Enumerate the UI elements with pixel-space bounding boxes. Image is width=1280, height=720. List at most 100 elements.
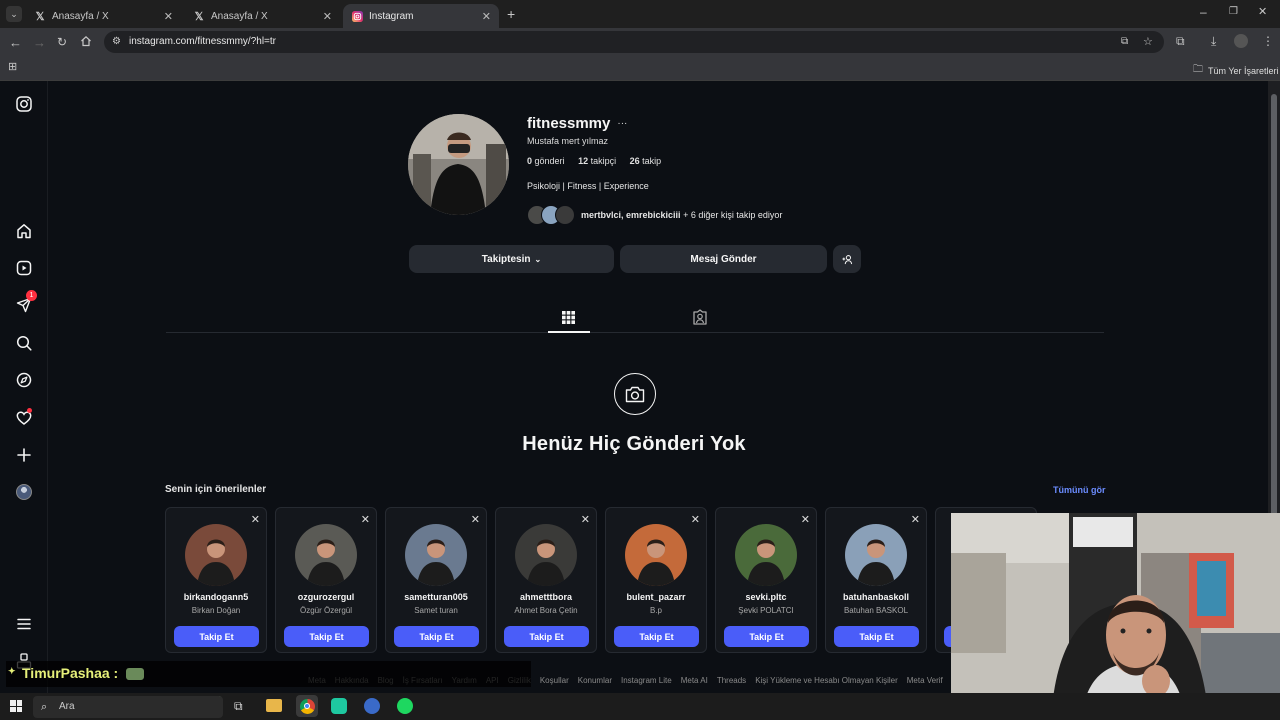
dismiss-suggestion-icon[interactable]: ✕	[581, 513, 590, 526]
footer-link[interactable]: Kişi Yükleme ve Hesabı Olmayan Kişiler	[755, 676, 898, 685]
restore-window-icon[interactable]: ❐	[1229, 7, 1238, 17]
forward-icon[interactable]: →	[33, 36, 46, 49]
suggestion-avatar[interactable]	[625, 524, 687, 586]
suggestion-avatar[interactable]	[295, 524, 357, 586]
file-explorer-icon[interactable]	[266, 699, 282, 712]
close-tab-icon[interactable]: ✕	[164, 10, 173, 23]
suggestion-username[interactable]: batuhanbaskoll	[826, 592, 926, 602]
suggestion-card[interactable]: ✕ birkandogann5 Birkan Doğan Takip Et	[165, 507, 267, 653]
following-label: takip	[642, 156, 662, 166]
suggestion-card[interactable]: ✕ bulent_pazarr B.p Takip Et	[605, 507, 707, 653]
posts-stat[interactable]: 0 gönderi	[527, 156, 565, 166]
suggestion-username[interactable]: birkandogann5	[166, 592, 266, 602]
app-taskbar-icon[interactable]	[364, 698, 380, 714]
suggestion-username[interactable]: ozgurozergul	[276, 592, 376, 602]
follow-button[interactable]: Takip Et	[504, 626, 589, 647]
dismiss-suggestion-icon[interactable]: ✕	[251, 513, 260, 526]
followers-stat[interactable]: 12 takipçi	[578, 156, 616, 166]
close-window-icon[interactable]: ✕	[1258, 7, 1267, 18]
following-stat[interactable]: 26 takip	[630, 156, 662, 166]
follow-button[interactable]: Takip Et	[614, 626, 699, 647]
profile-bio: Psikoloji | Fitness | Experience	[527, 181, 649, 191]
suggestion-full-name: Birkan Doğan	[191, 606, 241, 615]
spotify-taskbar-icon[interactable]	[397, 698, 413, 714]
app-taskbar-icon[interactable]	[331, 698, 347, 714]
apps-grid-icon[interactable]: ⊞	[8, 62, 17, 73]
extensions-icon[interactable]: ⧉	[1176, 35, 1185, 47]
suggestion-card[interactable]: ✕ sametturan005 Samet turan Takip Et	[385, 507, 487, 653]
send-message-button[interactable]: Mesaj Gönder	[620, 245, 827, 273]
back-icon[interactable]: ←	[9, 36, 22, 49]
suggestion-username[interactable]: ahmetttbora	[496, 592, 596, 602]
more-options-icon[interactable]: ···	[617, 118, 627, 129]
dismiss-suggestion-icon[interactable]: ✕	[801, 513, 810, 526]
reload-icon[interactable]: ↻	[57, 36, 67, 48]
suggestion-card[interactable]: ✕ sevki.pltc Şevki POLATCI Takip Et	[715, 507, 817, 653]
profile-photo[interactable]	[408, 114, 509, 215]
dismiss-suggestion-icon[interactable]: ✕	[361, 513, 370, 526]
posts-grid-tab[interactable]	[561, 310, 576, 330]
follow-button[interactable]: Takip Et	[834, 626, 919, 647]
footer-link[interactable]: Meta AI	[681, 676, 708, 685]
chrome-taskbar-icon[interactable]	[296, 695, 318, 717]
follow-button[interactable]: Takip Et	[284, 626, 369, 647]
taskbar-search-box[interactable]: ⌕ Ara	[33, 696, 223, 718]
suggestion-avatar[interactable]	[405, 524, 467, 586]
footer-link[interactable]: Meta Verif	[907, 676, 943, 685]
tab-anasayfa-x-2[interactable]: 𝕏 Anasayfa / X ✕	[185, 4, 340, 28]
profile-avatar-icon[interactable]	[1234, 34, 1248, 48]
downloads-icon[interactable]: ⤓	[1211, 35, 1216, 47]
followed-by-row[interactable]: mertbvlci, emrebickiciii + 6 diğer kişi …	[527, 205, 782, 225]
close-tab-icon[interactable]: ✕	[323, 10, 332, 23]
bookmark-star-icon[interactable]: ☆	[1143, 31, 1153, 53]
tab-instagram[interactable]: Instagram ✕	[343, 4, 499, 28]
suggestion-card[interactable]: ✕ ahmetttbora Ahmet Bora Çetin Takip Et	[495, 507, 597, 653]
explore-nav-icon[interactable]	[14, 370, 34, 390]
footer-link[interactable]: Koşullar	[540, 676, 569, 685]
notifications-heart-icon[interactable]	[14, 408, 34, 428]
suggestion-card[interactable]: ✕ ozgurozergul Özgür Özergül Takip Et	[275, 507, 377, 653]
new-tab-icon[interactable]: +	[507, 7, 515, 21]
windows-start-icon[interactable]	[10, 700, 22, 712]
see-all-link[interactable]: Tümünü gör	[1053, 485, 1106, 495]
profile-avatar-nav-icon[interactable]	[14, 482, 34, 502]
footer-link[interactable]: Threads	[717, 676, 746, 685]
suggest-similar-button[interactable]	[833, 245, 861, 273]
search-nav-icon[interactable]	[14, 333, 34, 353]
dismiss-suggestion-icon[interactable]: ✕	[471, 513, 480, 526]
footer-link[interactable]: Instagram Lite	[621, 676, 672, 685]
footer-link[interactable]: Konumlar	[578, 676, 612, 685]
tab-anasayfa-x-1[interactable]: 𝕏 Anasayfa / X ✕	[26, 4, 181, 28]
suggestion-avatar[interactable]	[185, 524, 247, 586]
suggestion-avatar[interactable]	[515, 524, 577, 586]
suggestion-username[interactable]: sametturan005	[386, 592, 486, 602]
site-info-icon[interactable]: ⚙	[112, 31, 121, 53]
suggestion-avatar[interactable]	[845, 524, 907, 586]
instagram-logo-icon[interactable]	[14, 94, 34, 114]
suggestion-avatar[interactable]	[735, 524, 797, 586]
messages-nav-icon[interactable]: 1	[14, 290, 37, 315]
suggestion-username[interactable]: bulent_pazarr	[606, 592, 706, 602]
suggestion-card[interactable]: ✕ batuhanbaskoll Batuhan BASKOL Takip Et	[825, 507, 927, 653]
suggestion-username[interactable]: sevki.pltc	[716, 592, 816, 602]
close-tab-icon[interactable]: ✕	[482, 10, 491, 23]
home-nav-icon[interactable]	[14, 221, 34, 241]
reels-nav-icon[interactable]	[14, 258, 34, 278]
following-dropdown-button[interactable]: Takiptesin ⌄	[409, 245, 614, 273]
minimize-window-icon[interactable]: –	[1200, 6, 1207, 18]
tagged-posts-tab[interactable]	[692, 309, 708, 330]
more-menu-icon[interactable]	[14, 614, 34, 634]
task-view-icon[interactable]: ⧉	[234, 699, 243, 714]
dismiss-suggestion-icon[interactable]: ✕	[911, 513, 920, 526]
dismiss-suggestion-icon[interactable]: ✕	[691, 513, 700, 526]
follow-button[interactable]: Takip Et	[394, 626, 479, 647]
all-bookmarks-folder[interactable]: 🗀 Tüm Yer İşaretleri	[1193, 62, 1279, 79]
browser-menu-icon[interactable]: ⋮	[1262, 35, 1274, 47]
install-app-icon[interactable]: ⧉	[1121, 31, 1128, 53]
follow-button[interactable]: Takip Et	[174, 626, 259, 647]
tab-search-dropdown-icon[interactable]: ⌄	[6, 6, 22, 22]
home-icon[interactable]	[80, 35, 92, 49]
follow-button[interactable]: Takip Et	[724, 626, 809, 647]
address-bar[interactable]: ⚙ instagram.com/fitnessmmy/?hl=tr ⧉ ☆	[104, 31, 1164, 53]
grid-icon	[562, 311, 575, 324]
